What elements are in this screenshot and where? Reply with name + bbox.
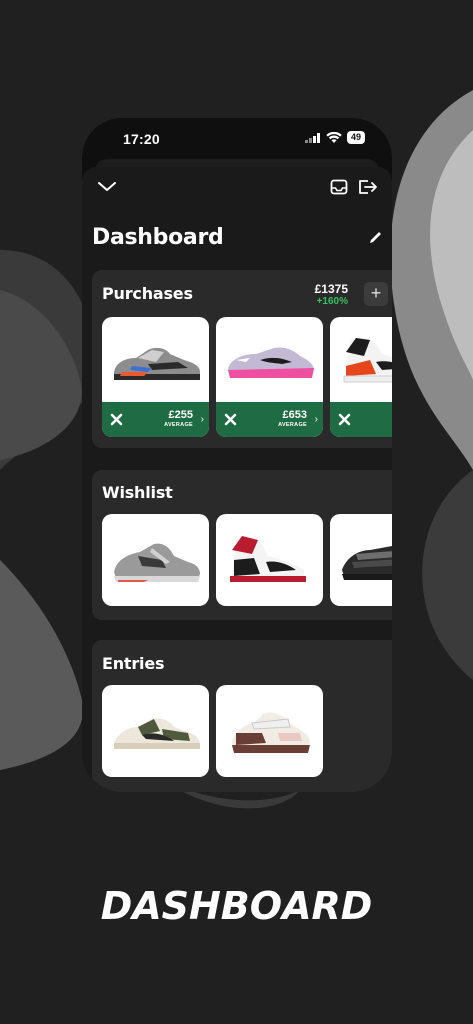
page-title: Dashboard [92,225,224,250]
phone-frame: 17:20 49 Dashboard Purchases £1375 +160%… [82,118,392,792]
edit-icon[interactable] [364,227,386,249]
wishlist-card[interactable] [102,514,209,606]
entry-card[interactable] [102,685,209,777]
price-block: £653 AVERAGE [278,409,307,429]
status-bar: 17:20 49 [82,118,392,158]
wishlist-section: Wishlist [92,470,392,620]
purchase-price: £255 [168,409,193,421]
entry-card[interactable] [216,685,323,777]
purchase-card[interactable]: £255 AVERAGE › [102,317,209,437]
sneaker-image [102,685,209,777]
sneaker-image [330,317,392,402]
dashboard-sheet: Dashboard Purchases £1375 +160% + £255 A… [82,167,392,792]
purchase-card[interactable] [330,317,392,437]
inbox-icon[interactable] [328,176,350,198]
wishlist-card[interactable] [216,514,323,606]
wifi-icon [326,131,342,143]
chevron-right-icon: › [200,414,204,425]
sneaker-image [102,514,209,606]
purchase-card[interactable]: £653 AVERAGE › [216,317,323,437]
wishlist-card[interactable] [330,514,392,606]
entries-section: Entries [92,640,392,792]
x-icon [110,413,123,426]
logout-icon[interactable] [357,176,379,198]
battery-icon: 49 [346,131,365,144]
footer-heading: DASHBOARD [100,884,373,928]
sneaker-image [216,685,323,777]
wishlist-title: Wishlist [102,483,173,502]
purchases-title: Purchases [102,284,193,303]
x-icon [338,413,351,426]
status-time: 17:20 [123,131,160,147]
sneaker-image [330,514,392,606]
purchase-card-footer: £255 AVERAGE › [102,402,209,437]
entries-title: Entries [102,654,165,673]
purchase-card-footer [330,402,392,437]
purchases-change: +160% [316,296,348,307]
sneaker-image [216,317,323,402]
purchases-total: £1375 [314,282,348,296]
purchases-totals: £1375 +160% [315,283,348,308]
entries-cards [102,685,323,777]
chevron-down-icon[interactable] [96,176,118,198]
sneaker-image [102,317,209,402]
x-icon [224,413,237,426]
chevron-right-icon: › [314,414,318,425]
purchases-cards: £255 AVERAGE › £653 AVERAGE › [102,317,392,437]
price-label: AVERAGE [278,422,307,428]
purchases-section: Purchases £1375 +160% + £255 AVERAGE › £… [92,270,392,448]
status-icons: 49 [304,131,365,144]
sneaker-image [216,514,323,606]
price-label: AVERAGE [164,422,193,428]
wishlist-cards [102,514,392,606]
add-purchase-button[interactable]: + [364,282,388,306]
purchase-price: £653 [282,409,307,421]
price-block: £255 AVERAGE [164,409,193,429]
signal-icon [304,132,320,143]
purchase-card-footer: £653 AVERAGE › [216,402,323,437]
sheet-toolbar [82,167,392,207]
